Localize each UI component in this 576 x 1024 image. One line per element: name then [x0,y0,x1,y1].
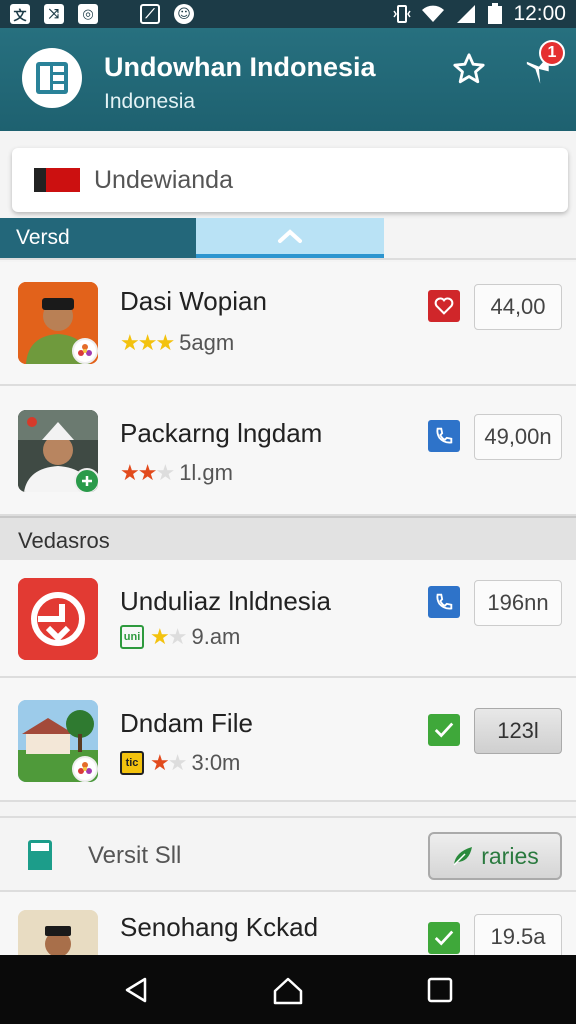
translate-icon: 文 [10,4,30,24]
rating-stars: ★★ [150,624,187,649]
plus-icon [74,468,98,492]
check-icon [434,722,454,738]
favorite-button[interactable] [448,48,490,90]
signal-icon [457,5,476,23]
list-item[interactable]: Dndam File tic ★★ 3:0m 123l [0,678,576,802]
list-item[interactable]: Dasi Wopian ★★★ 5agm 44,00 [0,262,576,386]
category-badge: uni [120,625,144,649]
navigation-bar [0,955,576,1024]
avatar [18,910,98,955]
vibrate-icon [393,5,412,23]
value-box[interactable]: 19.5a [474,914,562,955]
flower-icon [72,338,98,364]
version-row: Versit Sll raries [0,816,576,892]
item-meta: tic ★★ 3:0m [120,750,240,776]
phone-icon [436,427,453,444]
section-header: Vedasros [0,516,576,560]
libraries-button-label: raries [481,842,539,869]
item-title: Senohang Kckad [120,912,319,942]
value-box[interactable]: 196nn [474,580,562,626]
item-time: 3:0m [191,750,241,775]
avatar [18,410,98,492]
search-value: Undewianda [94,166,233,194]
notification-badge: 1 [539,40,565,66]
item-time: 1l.gm [179,460,233,485]
value-box[interactable]: 44,00 [474,284,562,330]
recents-icon [427,977,453,1002]
item-title: Dndam File [120,708,253,738]
recents-button[interactable] [416,966,464,1014]
list-item[interactable]: Senohang Kckad 19.5a [0,892,576,955]
item-title: Unduliaz lnldnesia [120,586,332,616]
rating-stars: ★★★ [120,460,175,485]
home-icon [273,977,303,1004]
home-button[interactable] [264,966,312,1014]
leaf-icon [453,847,473,866]
check-icon [434,930,454,946]
list-item[interactable]: Packarng lngdam ★★★ 1l.gm 49,00n [0,386,576,516]
list-item[interactable]: Unduliaz lnldnesia uni ★★ 9.am 196nn [0,560,576,678]
flag-icon [34,168,80,192]
call-button[interactable] [428,586,460,618]
divider [0,258,576,260]
chevron-up-icon [278,229,302,243]
item-meta: ★★★ 1l.gm [120,460,233,486]
call-button[interactable] [428,420,460,452]
status-bar: 文 ⤨ ◎ ⟋ ☺ 12:00 [0,0,576,28]
rating-stars: ★★ [150,750,187,775]
clock: 12:00 [513,2,566,25]
photo-thumbnail [18,700,98,782]
tab-collapse[interactable] [196,218,384,258]
app-logo-icon[interactable] [22,48,82,108]
category-badge: tic [120,751,144,775]
shuffle-icon: ⤨ [44,4,64,24]
battery-icon [488,3,503,24]
tab-bar: Versd [0,218,576,262]
value-box[interactable]: 123l [474,708,562,754]
app-bar: Undowhan Indonesia Indonesia [0,28,576,131]
version-label: Versit Sll [88,842,182,869]
rating-stars: ★★★ [120,330,175,355]
item-title: Dasi Wopian [120,286,267,316]
image-icon: ⟋ [140,4,160,24]
item-time: 9.am [191,624,241,649]
app-title: Undowhan Indonesia [104,52,376,82]
avatar [18,282,98,364]
app-icon [18,578,98,660]
file-icon [28,840,52,870]
value-box[interactable]: 49,00n [474,414,562,460]
item-meta: ★★★ 5agm [120,330,234,356]
face-icon: ☺ [174,4,194,24]
tab-versd[interactable]: Versd [0,218,196,258]
check-button[interactable] [428,714,460,746]
heart-icon [434,297,454,315]
camera-icon: ◎ [78,4,98,24]
libraries-button[interactable]: raries [428,832,562,880]
item-time: 5agm [179,330,235,355]
star-icon [453,53,485,84]
app-subtitle: Indonesia [104,90,196,113]
back-icon [125,977,147,1002]
check-button[interactable] [428,922,460,954]
search-field[interactable]: Undewianda [12,148,568,212]
heart-button[interactable] [428,290,460,322]
back-button[interactable] [112,966,160,1014]
flower-icon [72,756,98,782]
wifi-icon [422,5,445,22]
item-title: Packarng lngdam [120,418,323,448]
item-meta: uni ★★ 9.am [120,624,240,650]
phone-icon [436,593,453,610]
